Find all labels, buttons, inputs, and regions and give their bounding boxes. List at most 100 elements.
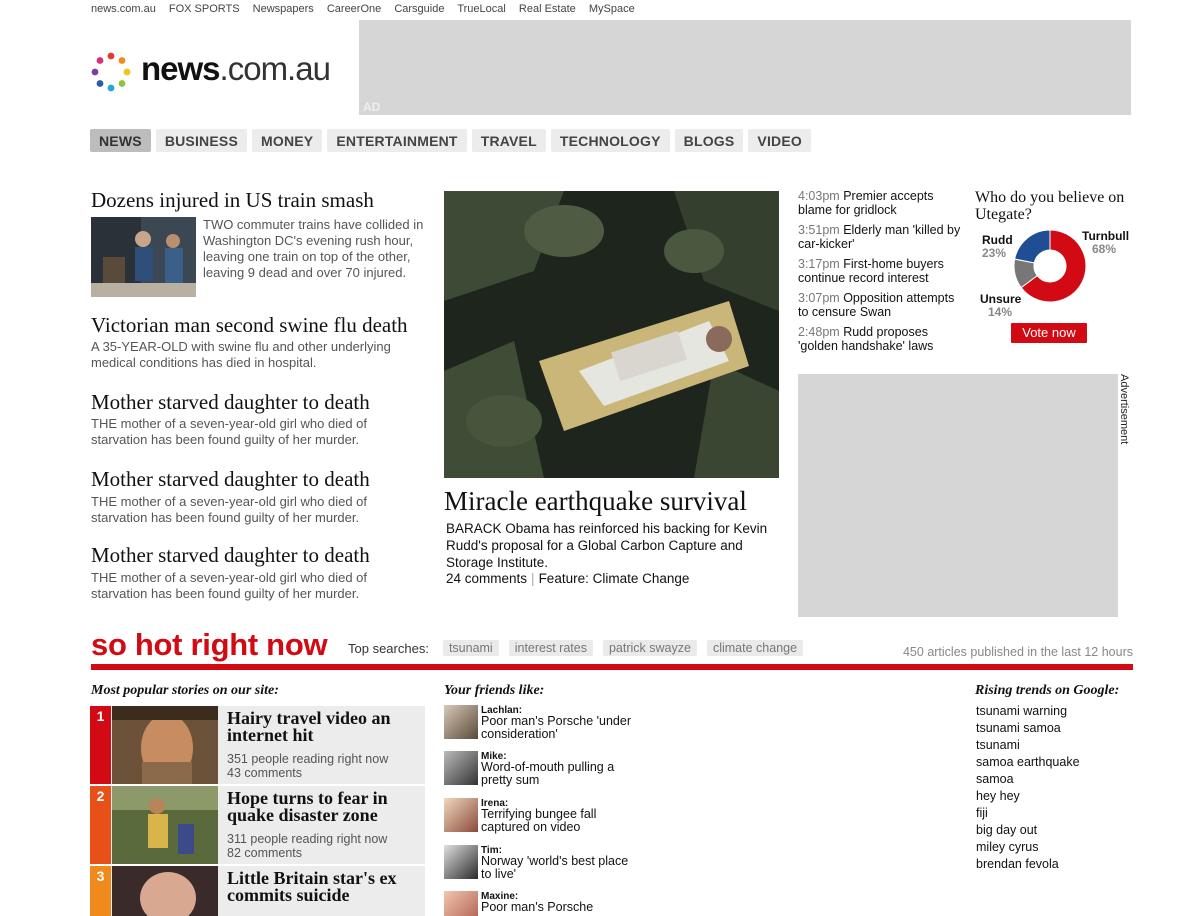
network-link[interactable]: FOX SPORTS: [169, 3, 240, 15]
trend-link[interactable]: tsunami: [976, 737, 1080, 754]
latest-item[interactable]: 3:07pm Opposition attempts to censure Sw…: [798, 291, 968, 319]
poll-donut-chart: [1013, 229, 1087, 303]
headline-link[interactable]: Mother starved daughter to death: [91, 467, 370, 492]
poll-question: Who do you believe on Utegate?: [975, 189, 1125, 223]
headline-link[interactable]: Mother starved daughter to death: [91, 543, 370, 568]
avatar: [444, 751, 478, 785]
trend-link[interactable]: hey hey: [976, 788, 1080, 805]
nav-tab-travel[interactable]: TRAVEL: [471, 129, 546, 152]
trend-link[interactable]: brendan fevola: [976, 856, 1080, 873]
latest-item[interactable]: 2:48pm Rudd proposes 'golden handshake' …: [798, 325, 968, 353]
friend-item[interactable]: Lachlan: Poor man's Porsche 'under consi…: [444, 705, 644, 745]
top-searches: Top searches: tsunami interest rates pat…: [348, 640, 804, 656]
avatar: [444, 891, 478, 916]
section-title: so hot right now: [91, 627, 328, 662]
feature-category-link[interactable]: Feature: Climate Change: [539, 571, 690, 586]
friend-story: Norway 'world's best place to live': [481, 854, 629, 881]
network-bar: news.com.au FOX SPORTS Newspapers Career…: [91, 3, 645, 15]
rank-number: 1: [90, 706, 111, 784]
train-crash-photo: [91, 217, 196, 297]
search-chip[interactable]: patrick swayze: [602, 640, 697, 656]
feature-headline[interactable]: Miracle earthquake survival: [444, 486, 747, 517]
articles-count: 450 articles published in the last 12 ho…: [902, 645, 1133, 659]
popular-thumbnail: [112, 706, 218, 784]
popular-title: Hope turns to fear in quake disaster zon…: [227, 788, 388, 825]
trend-link[interactable]: big day out: [976, 822, 1080, 839]
comments-link[interactable]: 24 comments: [446, 571, 527, 586]
avatar: [444, 798, 478, 832]
feature-meta: 24 comments | Feature: Climate Change: [446, 571, 690, 586]
trends-heading: Rising trends on Google:: [975, 683, 1120, 698]
nav-tab-blogs[interactable]: BLOGS: [674, 129, 744, 152]
top-advertisement[interactable]: AD: [359, 20, 1131, 115]
popular-meta: 351 people reading right now 43 comments: [227, 752, 389, 780]
headline-link[interactable]: Mother starved daughter to death: [91, 390, 370, 415]
story-summary: THE mother of a seven-year-old girl who …: [91, 416, 368, 447]
latest-item[interactable]: 3:17pm First-home buyers continue record…: [798, 257, 968, 285]
popular-thumbnail: [112, 786, 218, 864]
nav-tab-news[interactable]: NEWS: [90, 129, 151, 152]
trends-list: tsunami warning tsunami samoa tsunami sa…: [976, 703, 1080, 873]
friend-item[interactable]: Irena: Terrifying bungee fall captured o…: [444, 798, 644, 838]
popular-thumbnail: [112, 866, 218, 916]
popular-item[interactable]: 2 Hope turns to fear in quake disaster z…: [90, 786, 425, 864]
friend-story: Poor man's Porsche: [481, 900, 594, 914]
logo-text: news.com.au: [141, 50, 331, 87]
search-chip[interactable]: tsunami: [442, 640, 499, 656]
trend-link[interactable]: tsunami warning: [976, 703, 1080, 720]
network-link[interactable]: TrueLocal: [457, 3, 506, 15]
avatar: [444, 705, 478, 739]
top-searches-label: Top searches:: [348, 640, 429, 656]
trend-link[interactable]: samoa: [976, 771, 1080, 788]
nav-tab-business[interactable]: BUSINESS: [155, 129, 247, 152]
story-summary: THE mother of a seven-year-old girl who …: [91, 494, 368, 525]
rank-number: 2: [90, 786, 111, 864]
network-link[interactable]: Newspapers: [253, 3, 314, 15]
network-link[interactable]: CareerOne: [327, 3, 381, 15]
nav-tab-video[interactable]: VIDEO: [748, 129, 811, 152]
popular-item[interactable]: 1 Hairy travel video an internet hit 351…: [90, 706, 425, 784]
headline-link[interactable]: Victorian man second swine flu death: [91, 313, 408, 338]
nav-tab-money[interactable]: MONEY: [252, 129, 323, 152]
latest-item[interactable]: 3:51pm Elderly man 'killed by car-kicker…: [798, 223, 968, 251]
friend-story: Poor man's Porsche 'under consideration': [481, 714, 631, 741]
site-logo[interactable]: news.com.au: [91, 48, 351, 98]
earthquake-rescue-photo: [444, 191, 779, 478]
trend-link[interactable]: miley cyrus: [976, 839, 1080, 856]
friend-item[interactable]: Tim: Norway 'world's best place to live': [444, 845, 644, 885]
popular-item[interactable]: 3 Little Britain star's ex commits suici…: [90, 866, 425, 916]
network-link[interactable]: Carsguide: [394, 3, 444, 15]
headline-link[interactable]: Dozens injured in US train smash: [91, 188, 374, 213]
popular-title: Hairy travel video an internet hit: [227, 708, 391, 745]
friend-item[interactable]: Mike: Word-of-mouth pulling a pretty sum: [444, 751, 644, 791]
search-chip[interactable]: climate change: [706, 640, 804, 656]
section-divider: [91, 664, 1133, 670]
trend-link[interactable]: tsunami samoa: [976, 720, 1080, 737]
network-link[interactable]: MySpace: [589, 3, 635, 15]
advertisement-label: Advertisement: [1118, 374, 1130, 445]
network-link[interactable]: news.com.au: [91, 3, 156, 15]
story-thumbnail[interactable]: [91, 217, 196, 297]
search-chip[interactable]: interest rates: [508, 640, 593, 656]
nav-tab-entertainment[interactable]: ENTERTAINMENT: [327, 129, 467, 152]
nav-tab-technology[interactable]: TECHNOLOGY: [550, 129, 670, 152]
avatar: [444, 845, 478, 879]
popular-heading: Most popular stories on our site:: [91, 683, 279, 698]
latest-item[interactable]: 4:03pm Premier accepts blame for gridloc…: [798, 189, 968, 217]
network-link[interactable]: Real Estate: [519, 3, 576, 15]
popular-title: Little Britain star's ex commits suicide: [227, 868, 397, 905]
side-advertisement[interactable]: [798, 374, 1118, 617]
poll-label-rudd: Rudd 23%: [982, 233, 1013, 260]
feature-photo[interactable]: [444, 191, 779, 478]
story-summary: TWO commuter trains have collided in Was…: [203, 217, 424, 280]
trend-link[interactable]: samoa earthquake: [976, 754, 1080, 771]
friends-heading: Your friends like:: [444, 683, 545, 698]
poll-slice-rudd: [1014, 229, 1051, 264]
vote-now-button[interactable]: Vote now: [1011, 323, 1087, 343]
friend-item[interactable]: Maxine: Poor man's Porsche: [444, 891, 644, 916]
poll-label-turnbull: Turnbull 68%: [1082, 229, 1130, 256]
story-summary: A 35-YEAR-OLD with swine flu and other u…: [91, 339, 391, 370]
trend-link[interactable]: fiji: [976, 805, 1080, 822]
logo-dots-icon: [91, 52, 131, 92]
latest-news-list: 4:03pm Premier accepts blame for gridloc…: [798, 189, 968, 359]
